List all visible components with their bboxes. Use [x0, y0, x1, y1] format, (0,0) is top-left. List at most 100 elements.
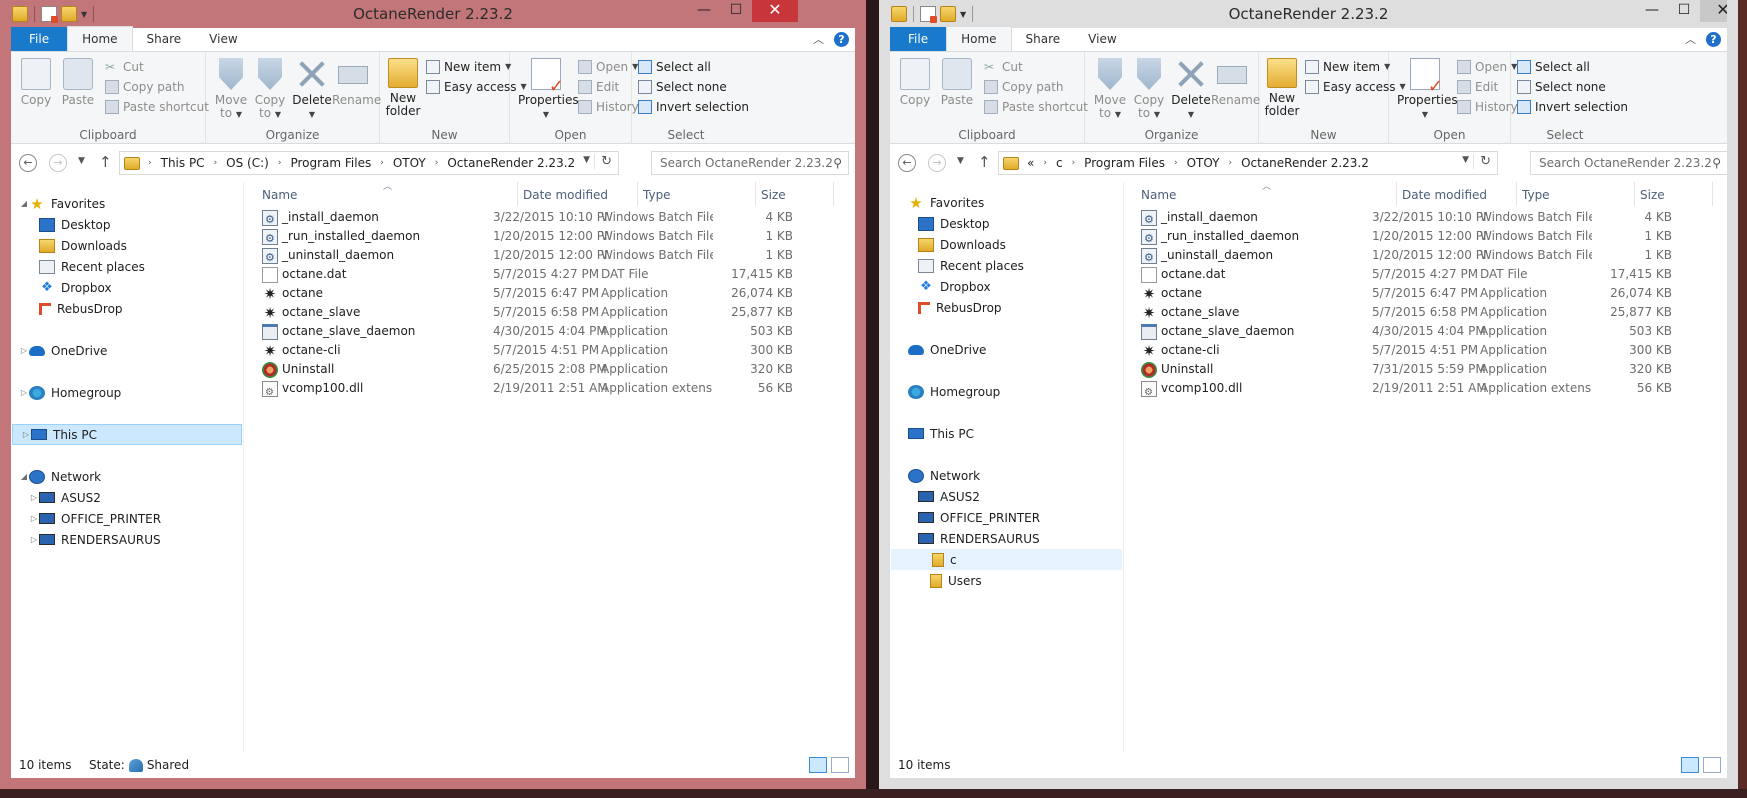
copy-path-button[interactable]: Copy path	[984, 78, 1064, 96]
column-header-date[interactable]: Date modified	[1397, 182, 1517, 206]
paste-shortcut-button[interactable]: Paste shortcut	[105, 98, 209, 116]
select-all-button[interactable]: Select all	[638, 58, 711, 76]
file-row[interactable]: Uninstall 7/31/2015 5:59 PM Application 320…	[1136, 359, 1716, 380]
nav-this-pc[interactable]: This PC	[890, 423, 1123, 444]
nav-rebusdrop[interactable]: RebusDrop	[890, 297, 1123, 318]
column-header-name[interactable]: ︿ Name	[257, 182, 518, 206]
breadcrumb-otoy[interactable]: OTOY	[1187, 156, 1220, 170]
file-row[interactable]: octane_slave_daemon 4/30/2015 4:04 PM Appl…	[257, 321, 837, 342]
nav-rebusdrop[interactable]: RebusDrop	[11, 298, 243, 319]
paste-button[interactable]: Paste	[57, 58, 99, 107]
expand-icon[interactable]: ▷	[29, 514, 39, 523]
properties-button[interactable]: Properties▼	[518, 58, 579, 121]
file-row[interactable]: ✷ octane-cli 5/7/2015 4:51 PM Application 30…	[257, 340, 837, 361]
breadcrumb-os-c[interactable]: OS (C:)	[226, 156, 269, 170]
breadcrumb-otoy[interactable]: OTOY	[393, 156, 426, 170]
nav-rendersaurus[interactable]: ▷ RENDERSAURUS	[11, 529, 243, 550]
close-button[interactable]: ✕	[752, 0, 798, 22]
copy-button[interactable]: Copy	[894, 58, 936, 107]
help-icon[interactable]: ?	[1706, 31, 1721, 47]
column-header-type[interactable]: Type	[638, 182, 756, 206]
recent-locations-dropdown[interactable]: ▼	[957, 156, 964, 166]
file-row[interactable]: ✷ octane_slave 5/7/2015 6:58 PM Application…	[257, 302, 837, 323]
nav-office-printer[interactable]: OFFICE_PRINTER	[890, 507, 1123, 528]
up-button[interactable]: ↑	[978, 153, 991, 171]
recent-locations-dropdown[interactable]: ▼	[78, 156, 85, 166]
nav-favorites[interactable]: ★ Favorites	[890, 192, 1123, 213]
nav-share-users[interactable]: Users	[890, 570, 1123, 591]
help-icon[interactable]: ?	[834, 31, 849, 47]
tab-share[interactable]: Share	[1012, 27, 1075, 51]
file-row[interactable]: octane.dat 5/7/2015 4:27 PM DAT File 17,415…	[257, 264, 837, 285]
nav-recent-places[interactable]: Recent places	[11, 256, 243, 277]
cut-button[interactable]: ✂ Cut	[105, 58, 144, 76]
search-icon[interactable]: ⚲	[1712, 152, 1721, 174]
expand-icon[interactable]: ▷	[19, 346, 29, 355]
nav-this-pc[interactable]: ▷ This PC	[12, 424, 242, 445]
file-row[interactable]: _uninstall_daemon 1/20/2015 12:00 PMWindo…	[1136, 245, 1716, 266]
expand-icon[interactable]: ▷	[29, 535, 39, 544]
nav-desktop[interactable]: Desktop	[890, 213, 1123, 234]
file-row[interactable]: _uninstall_daemon 1/20/2015 12:00 PMWindo…	[257, 245, 837, 266]
column-header-size[interactable]: Size	[756, 182, 834, 206]
nav-onedrive[interactable]: ▷ OneDrive	[11, 340, 243, 361]
tab-view[interactable]: View	[1074, 27, 1130, 51]
open-button[interactable]: Open ▼	[578, 58, 638, 76]
file-row[interactable]: ✷ octane-cli 5/7/2015 4:51 PM Application 30…	[1136, 340, 1716, 361]
file-row[interactable]: _run_installed_daemon 1/20/2015 12:00 PMW…	[257, 226, 837, 247]
minimize-button[interactable]: —	[688, 0, 720, 22]
file-row[interactable]: _install_daemon 3/22/2015 10:10 PMWindows…	[1136, 207, 1716, 228]
column-header-size[interactable]: Size	[1635, 182, 1713, 206]
nav-rendersaurus[interactable]: RENDERSAURUS	[890, 528, 1123, 549]
nav-network[interactable]: ◢ Network	[11, 466, 243, 487]
copy-button[interactable]: Copy	[15, 58, 57, 107]
file-row[interactable]: _run_installed_daemon 1/20/2015 12:00 PMW…	[1136, 226, 1716, 247]
history-button[interactable]: History	[1457, 98, 1518, 116]
file-row[interactable]: ✷ octane 5/7/2015 6:47 PM Application 26,074…	[257, 283, 837, 304]
file-row[interactable]: ✷ octane_slave 5/7/2015 6:58 PM Application…	[1136, 302, 1716, 323]
file-row[interactable]: vcomp100.dll 2/19/2011 2:51 AMApplication…	[1136, 378, 1716, 399]
breadcrumb-program-files[interactable]: Program Files	[1084, 156, 1165, 170]
history-button[interactable]: History	[578, 98, 639, 116]
nav-downloads[interactable]: Downloads	[890, 234, 1123, 255]
nav-dropbox[interactable]: ❖ Dropbox	[11, 277, 243, 298]
tab-view[interactable]: View	[195, 27, 251, 51]
maximize-button[interactable]: ☐	[1668, 0, 1700, 22]
back-button[interactable]: ←	[898, 154, 916, 172]
delete-button[interactable]: Delete ▼	[1170, 58, 1212, 121]
nav-office-printer[interactable]: ▷ OFFICE_PRINTER	[11, 508, 243, 529]
copy-path-button[interactable]: Copy path	[105, 78, 185, 96]
column-header-date[interactable]: Date modified	[518, 182, 638, 206]
expand-icon[interactable]: ▷	[29, 493, 39, 502]
breadcrumb-octanerender[interactable]: OctaneRender 2.23.2	[447, 156, 575, 170]
nav-homegroup[interactable]: ▷ Homegroup	[11, 382, 243, 403]
new-item-button[interactable]: New item ▼	[1305, 58, 1390, 76]
nav-favorites[interactable]: ◢ ★ Favorites	[11, 193, 243, 214]
open-button[interactable]: Open ▼	[1457, 58, 1517, 76]
details-view-icon[interactable]	[809, 757, 827, 773]
breadcrumb-c[interactable]: c	[1056, 156, 1063, 170]
back-button[interactable]: ←	[19, 154, 37, 172]
copy-to-button[interactable]: Copy to ▼	[1128, 58, 1170, 121]
tab-home[interactable]: Home	[67, 26, 133, 51]
invert-selection-button[interactable]: Invert selection	[1517, 98, 1628, 116]
nav-downloads[interactable]: Downloads	[11, 235, 243, 256]
select-none-button[interactable]: Select none	[638, 78, 727, 96]
search-input[interactable]: Search OctaneRender 2.23.2 ⚲	[1530, 151, 1727, 175]
edit-button[interactable]: Edit	[578, 78, 619, 96]
close-button[interactable]: ✕	[1700, 0, 1727, 22]
move-to-button[interactable]: Move to ▼	[210, 58, 252, 121]
maximize-button[interactable]: ☐	[720, 0, 752, 22]
address-dropdown[interactable]: ▼	[583, 155, 590, 165]
rename-button[interactable]: Rename	[1211, 58, 1260, 107]
large-icons-view-icon[interactable]	[1703, 757, 1721, 773]
new-folder-button[interactable]: New folder	[1261, 58, 1303, 118]
cut-button[interactable]: ✂ Cut	[984, 58, 1023, 76]
tab-share[interactable]: Share	[133, 27, 196, 51]
select-none-button[interactable]: Select none	[1517, 78, 1606, 96]
move-to-button[interactable]: Move to ▼	[1089, 58, 1131, 121]
properties-button[interactable]: Properties▼	[1397, 58, 1458, 121]
up-button[interactable]: ↑	[99, 153, 112, 171]
details-view-icon[interactable]	[1681, 757, 1699, 773]
edit-button[interactable]: Edit	[1457, 78, 1498, 96]
